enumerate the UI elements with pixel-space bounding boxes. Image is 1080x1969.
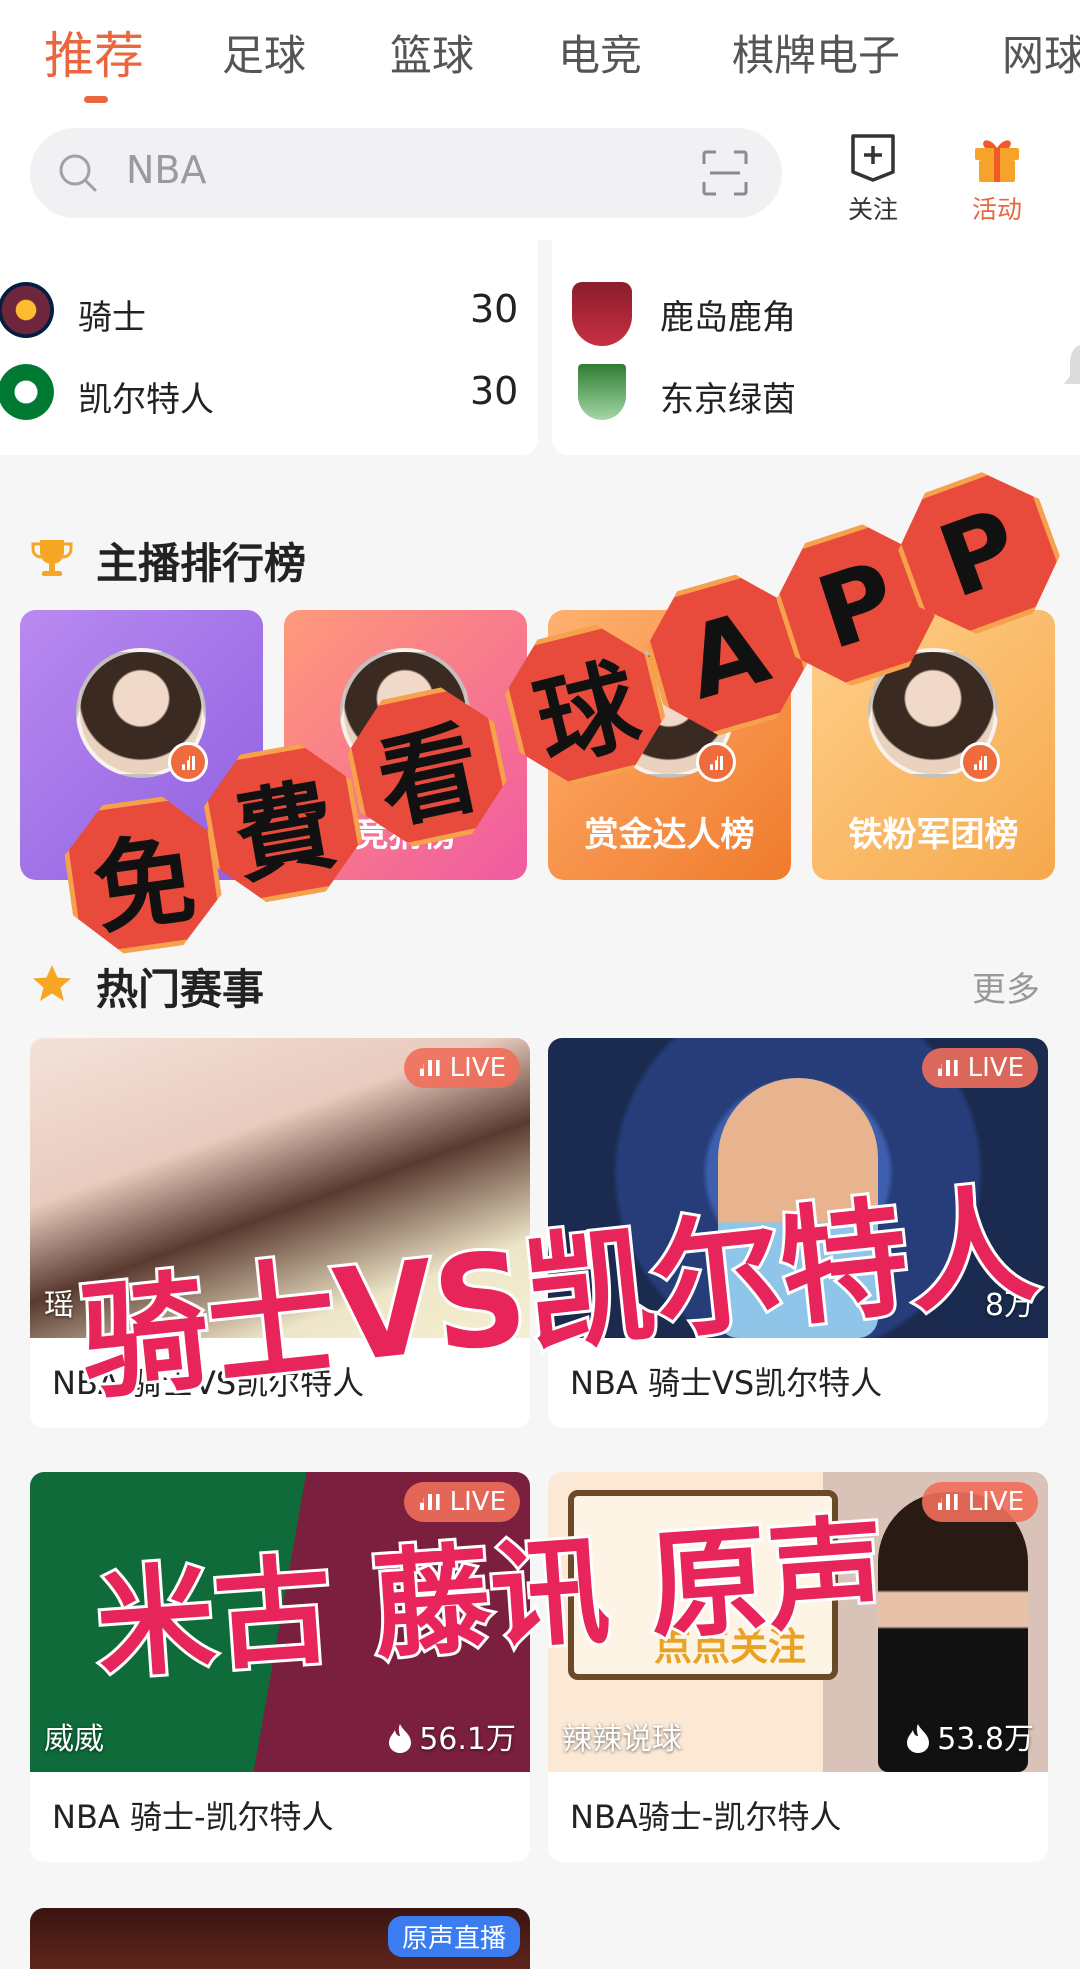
match-title: NBA 骑士-凯尔特人 bbox=[52, 1798, 334, 1836]
tab-basketball[interactable]: 篮球 bbox=[390, 22, 474, 83]
promo-hex-char: 看 bbox=[338, 678, 516, 856]
live-label: LIVE bbox=[449, 1053, 506, 1083]
ranking-card-label: 铁粉军团榜 bbox=[848, 815, 1019, 855]
team-row: 凯尔特人 30 bbox=[0, 364, 538, 424]
star-icon bbox=[33, 965, 71, 1001]
team-name: 骑士 bbox=[78, 298, 146, 338]
follow-label: 关注 bbox=[847, 195, 898, 224]
match-card[interactable]: 原声直播 bbox=[30, 1908, 530, 1969]
activity-label: 活动 bbox=[971, 195, 1022, 224]
activity-button[interactable]: 活动 bbox=[952, 132, 1042, 226]
team-name: 鹿岛鹿角 bbox=[660, 298, 796, 338]
live-bars-icon bbox=[937, 1494, 958, 1510]
kashima-logo bbox=[572, 282, 632, 346]
live-bars-icon bbox=[419, 1060, 440, 1076]
tab-esports[interactable]: 电竞 bbox=[558, 22, 642, 83]
viewer-count: 53.8万 bbox=[905, 1714, 1034, 1758]
chart-icon bbox=[960, 742, 1000, 782]
tab-tennis[interactable]: 网球 bbox=[1002, 22, 1080, 83]
ranking-card-label: 赏金达人榜 bbox=[584, 815, 755, 855]
hot-section-title: 热门赛事 bbox=[96, 965, 265, 1014]
tab-indicator bbox=[84, 96, 108, 103]
live-badge: LIVE bbox=[921, 1482, 1038, 1522]
fire-icon bbox=[907, 1724, 930, 1753]
follow-button[interactable]: 关注 bbox=[828, 132, 918, 226]
streamer-name: 瑶 bbox=[44, 1288, 74, 1323]
match-title: NBA骑士-凯尔特人 bbox=[570, 1798, 842, 1836]
live-label: LIVE bbox=[967, 1053, 1024, 1083]
search-row: NBA 关注 活动 bbox=[0, 120, 1080, 240]
score-card-nba[interactable]: 骑士 30 凯尔特人 30 bbox=[0, 240, 538, 455]
tab-chess-cards[interactable]: 棋牌电子 bbox=[732, 22, 900, 83]
search-icon bbox=[59, 154, 97, 192]
score-carousel: 骑士 30 凯尔特人 30 鹿岛鹿角 东京绿茵 bbox=[0, 240, 1080, 455]
streamer-name: 辣辣说球 bbox=[562, 1722, 682, 1757]
live-bars-icon bbox=[937, 1060, 958, 1076]
tab-recommend[interactable]: 推荐 bbox=[44, 16, 144, 88]
ranking-section-title: 主播排行榜 bbox=[96, 539, 307, 588]
team-name: 凯尔特人 bbox=[78, 380, 214, 420]
live-badge: LIVE bbox=[403, 1048, 520, 1088]
team-row: 东京绿茵 bbox=[552, 364, 1080, 424]
viewer-count-value: 56.1万 bbox=[419, 1722, 516, 1757]
fire-icon bbox=[389, 1724, 412, 1753]
bell-icon[interactable] bbox=[1060, 340, 1080, 396]
promo-hex-char: 費 bbox=[196, 736, 370, 910]
score-card-jleague[interactable]: 鹿岛鹿角 东京绿茵 bbox=[552, 240, 1080, 455]
team-row: 鹿岛鹿角 bbox=[552, 282, 1080, 346]
gift-icon bbox=[975, 140, 1019, 182]
tab-football[interactable]: 足球 bbox=[222, 22, 306, 83]
cavaliers-logo bbox=[0, 282, 54, 338]
viewer-count: 56.1万 bbox=[387, 1714, 516, 1758]
live-label: LIVE bbox=[967, 1487, 1024, 1517]
scan-icon[interactable] bbox=[702, 150, 748, 196]
tokyo-verdy-logo bbox=[578, 364, 626, 420]
top-tab-bar: 推荐 足球 篮球 电竞 棋牌电子 网球 bbox=[0, 0, 1080, 120]
promo-char: 看 bbox=[367, 708, 490, 844]
original-sound-badge: 原声直播 bbox=[387, 1916, 520, 1957]
team-score: 30 bbox=[470, 287, 519, 331]
chart-icon bbox=[696, 742, 736, 782]
streamer-name: 威威 bbox=[44, 1722, 104, 1757]
celtics-logo bbox=[0, 364, 54, 420]
team-row: 骑士 30 bbox=[0, 282, 538, 342]
promo-char: 免 bbox=[86, 819, 202, 949]
promo-hex-char: 免 bbox=[58, 790, 227, 959]
search-placeholder: NBA bbox=[126, 148, 207, 192]
team-score: 30 bbox=[470, 369, 519, 413]
more-link[interactable]: 更多 bbox=[972, 962, 1040, 1011]
live-badge: LIVE bbox=[921, 1048, 1038, 1088]
team-name: 东京绿茵 bbox=[660, 380, 796, 420]
follow-icon bbox=[851, 134, 895, 182]
search-input[interactable]: NBA bbox=[30, 128, 782, 218]
viewer-count-value: 53.8万 bbox=[937, 1722, 1034, 1757]
trophy-icon bbox=[31, 540, 73, 576]
promo-char: 費 bbox=[225, 765, 344, 899]
